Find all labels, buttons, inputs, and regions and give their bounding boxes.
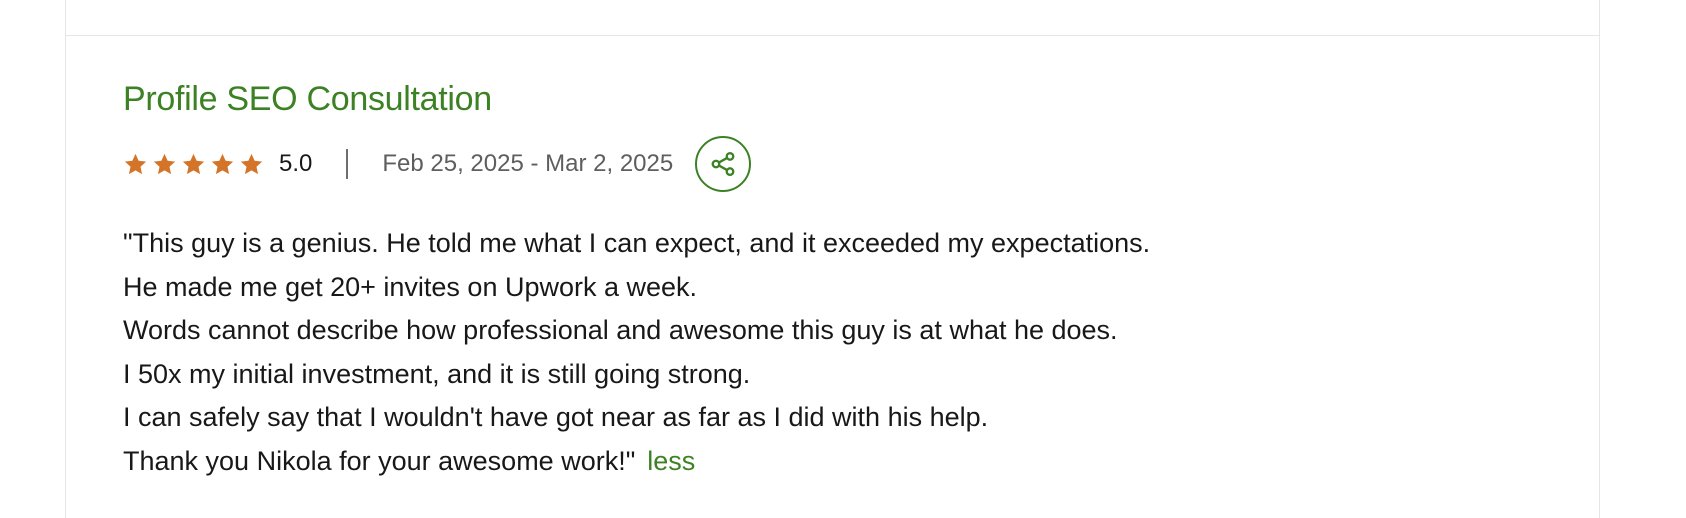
star-icon — [182, 153, 205, 174]
review-line: He made me get 20+ invites on Upwork a w… — [123, 271, 698, 302]
review-line: Words cannot describe how professional a… — [123, 315, 1118, 345]
star-rating — [123, 152, 264, 177]
review-line-last: Thank you Nikola for your awesome work!"… — [123, 440, 1423, 484]
review-line: "This guy is a genius. He told me what I… — [123, 228, 1151, 258]
star-icon — [240, 153, 263, 174]
review-text: "This guy is a genius. He told me what I… — [123, 222, 1423, 483]
review-card: Profile SEO Consultation 5.0 Feb 25, 202… — [65, 0, 1600, 518]
review-meta: 5.0 Feb 25, 2025 - Mar 2, 2025 — [123, 134, 752, 194]
star-icon — [211, 153, 234, 174]
star-icon — [153, 153, 176, 174]
review-line: I can safely say that I wouldn't have go… — [123, 402, 989, 432]
star-icon — [124, 153, 147, 174]
less-link[interactable]: less — [647, 446, 695, 476]
share-button[interactable] — [695, 136, 752, 192]
job-title-link[interactable]: Profile SEO Consultation — [123, 76, 492, 122]
meta-separator — [346, 149, 349, 179]
card-divider — [66, 35, 1599, 36]
rating-value: 5.0 — [279, 150, 313, 177]
review-line-text: Thank you Nikola for your awesome work!" — [123, 445, 636, 476]
review-line: I 50x my initial investment, and it is s… — [123, 358, 751, 389]
share-icon — [711, 151, 735, 177]
date-range: Feb 25, 2025 - Mar 2, 2025 — [382, 150, 674, 177]
